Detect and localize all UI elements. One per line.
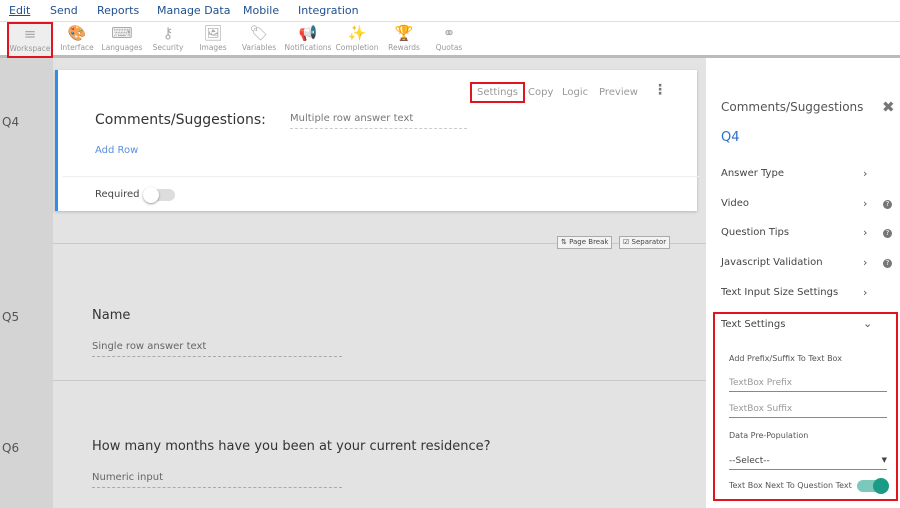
textbox-next-to-question-label: Text Box Next To Question Text <box>729 481 852 490</box>
tool-label: Completion <box>335 43 379 52</box>
help-icon[interactable]: ? <box>883 259 892 268</box>
tool-variables[interactable]: 🏷 Variables <box>236 23 282 57</box>
tool-label: Interface <box>60 43 94 52</box>
panel-title: Comments/Suggestions <box>721 100 864 114</box>
q5-number: Q5 <box>2 310 20 324</box>
q6-title: How many months have you been at your cu… <box>92 439 491 454</box>
tool-quotas[interactable]: ⚭ Quotas <box>426 23 472 57</box>
textbox-suffix-input[interactable]: TextBox Suffix <box>729 404 887 418</box>
tool-label: Languages <box>101 43 143 52</box>
image-icon: 🖼 <box>203 24 223 42</box>
data-prepopulation-select[interactable]: --Select-- ▼ <box>729 456 887 470</box>
panel-question-number: Q4 <box>721 130 740 145</box>
item-label: Text Input Size Settings <box>721 287 839 298</box>
page-break-button[interactable]: ⇅ Page Break <box>557 236 613 249</box>
key-icon: ⚷ <box>162 24 174 42</box>
settings-panel: Comments/Suggestions ✖ Q4 Answer Type › V… <box>706 58 900 508</box>
tool-label: Variables <box>241 43 277 52</box>
q5-answer-input[interactable]: Single row answer text <box>92 341 342 357</box>
text-settings-header[interactable]: Text Settings <box>721 319 785 330</box>
chevron-right-icon: › <box>863 197 868 210</box>
tag-icon: 🏷 <box>249 24 269 42</box>
required-toggle[interactable] <box>143 187 175 203</box>
menu-bar: Edit Send Reports Manage Data Mobile Int… <box>0 0 900 22</box>
required-label: Required <box>95 189 140 200</box>
trophy-icon: 🏆 <box>394 24 414 42</box>
logic-button[interactable]: Logic <box>562 87 588 98</box>
tool-rewards[interactable]: 🏆 Rewards <box>381 23 427 57</box>
textbox-next-to-question-toggle[interactable] <box>857 478 889 494</box>
checkbox-icon: ☑ <box>623 238 632 246</box>
textbox-prefix-input[interactable]: TextBox Prefix <box>729 378 887 392</box>
more-options-icon[interactable]: ⋮ <box>653 82 667 98</box>
item-label: Javascript Validation <box>721 257 823 268</box>
tool-images[interactable]: 🖼 Images <box>190 23 236 57</box>
help-icon[interactable]: ? <box>883 200 892 209</box>
separator-button[interactable]: ☑ Separator <box>619 236 671 249</box>
megaphone-icon: 📢 <box>298 24 318 42</box>
text-settings-section: Text Settings ⌄ Add Prefix/Suffix To Tex… <box>713 312 898 501</box>
palette-icon: 🎨 <box>67 24 87 42</box>
menu-edit[interactable]: Edit <box>9 4 30 17</box>
question-card-q4[interactable]: Settings Copy Logic Preview ⋮ Comments/S… <box>55 70 700 211</box>
menu-manage-data[interactable]: Manage Data <box>157 4 230 17</box>
toolbar: ≡ Workspace 🎨 Interface ⌨ Languages ⚷ Securi… <box>0 22 900 58</box>
q4-answer-input[interactable]: Multiple row answer text <box>290 113 467 129</box>
tool-label: Notifications <box>284 43 332 52</box>
tool-security[interactable]: ⚷ Security <box>145 23 191 57</box>
tool-languages[interactable]: ⌨ Languages <box>99 23 145 57</box>
q4-title: Comments/Suggestions: <box>95 112 266 128</box>
chain-icon: ⚭ <box>442 24 456 42</box>
divider <box>53 380 706 381</box>
tool-workspace[interactable]: ≡ Workspace <box>7 22 53 58</box>
divider <box>63 176 700 177</box>
preview-button[interactable]: Preview <box>599 87 638 98</box>
dropdown-caret-icon: ▼ <box>881 456 887 464</box>
tool-completion[interactable]: ✨ Completion <box>334 23 380 57</box>
separator-label: Separator <box>631 238 667 246</box>
menu-send[interactable]: Send <box>50 4 78 17</box>
select-value: --Select-- <box>729 456 770 466</box>
page-break-label: Page Break <box>569 238 609 246</box>
tool-label: Rewards <box>388 43 420 52</box>
prefix-suffix-label: Add Prefix/Suffix To Text Box <box>729 354 842 363</box>
tool-interface[interactable]: 🎨 Interface <box>54 23 100 57</box>
chevron-right-icon: › <box>863 286 868 299</box>
workspace-icon: ≡ <box>23 25 37 43</box>
q6-answer-input[interactable]: Numeric input <box>92 472 342 488</box>
magic-wand-icon: ✨ <box>347 24 367 42</box>
item-label: Question Tips <box>721 227 790 238</box>
chevron-right-icon: › <box>863 256 868 269</box>
add-row-link[interactable]: Add Row <box>95 145 138 156</box>
tool-notifications[interactable]: 📢 Notifications <box>284 23 332 57</box>
close-icon[interactable]: ✖ <box>882 98 895 116</box>
menu-mobile[interactable]: Mobile <box>243 4 279 17</box>
copy-button[interactable]: Copy <box>528 87 553 98</box>
item-label: Answer Type <box>721 168 784 179</box>
chevron-right-icon: › <box>863 167 868 180</box>
item-label: Video <box>721 198 750 209</box>
q6-number: Q6 <box>2 441 20 455</box>
menu-integration[interactable]: Integration <box>298 4 359 17</box>
data-prepopulation-label: Data Pre-Population <box>729 431 809 440</box>
chevron-right-icon: › <box>863 226 868 239</box>
page-break-icon: ⇅ <box>561 238 570 246</box>
settings-button[interactable]: Settings <box>470 82 526 103</box>
help-icon[interactable]: ? <box>883 229 892 238</box>
tool-label: Images <box>199 43 227 52</box>
tool-label: Security <box>152 43 184 52</box>
q5-title: Name <box>92 308 131 323</box>
chevron-down-icon[interactable]: ⌄ <box>863 317 872 330</box>
q4-number: Q4 <box>2 115 20 129</box>
keyboard-icon: ⌨ <box>111 24 133 42</box>
tool-label: Quotas <box>435 43 463 52</box>
tool-label: Workspace <box>9 44 51 53</box>
menu-reports[interactable]: Reports <box>97 4 139 17</box>
